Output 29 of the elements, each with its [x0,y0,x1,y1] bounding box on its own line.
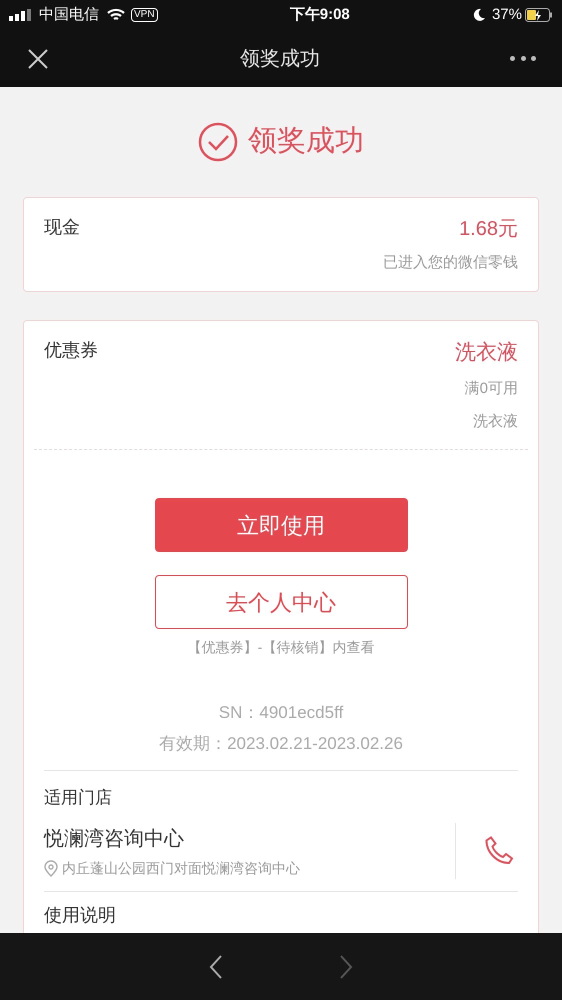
cash-label: 现金 [44,216,80,239]
coupon-condition: 满0可用 [464,379,518,399]
clock: 下午9:08 [288,4,351,25]
cash-note: 已进入您的微信零钱 [383,253,518,273]
battery-icon [525,8,553,22]
nav-title: 领奖成功 [239,46,321,72]
use-now-button[interactable]: 立即使用 [154,498,408,552]
coupon-name: 洗衣液 [455,340,518,366]
wifi-icon [107,8,125,22]
location-pin-icon [44,860,58,876]
check-circle-icon [198,122,238,162]
stores-label: 适用门店 [44,788,112,807]
cash-amount: 1.68元 [459,217,518,242]
close-button[interactable] [26,46,50,70]
carrier-name: 中国电信 [39,4,99,25]
personal-center-button[interactable]: 去个人中心 [154,575,408,629]
moon-icon [472,8,486,22]
battery-percent: 37% [492,4,522,25]
validity-period: 有效期：2023.02.21-2023.02.26 [159,732,403,754]
store-address: 内丘蓬山公园西门对面悦澜湾咨询中心 [62,858,300,878]
coupon-description: 洗衣液 [473,412,518,432]
signal-icon [9,9,31,21]
vpn-badge: VPN [131,8,158,22]
success-title: 领奖成功 [248,124,364,160]
coupon-label: 优惠券 [44,338,98,362]
instructions-label: 使用说明 [44,905,116,925]
store-name: 悦澜湾咨询中心 [44,826,185,852]
serial-number: SN：4901ecd5ff [218,702,344,724]
hint-text: 【优惠券】-【待核销】内查看 [188,638,374,657]
